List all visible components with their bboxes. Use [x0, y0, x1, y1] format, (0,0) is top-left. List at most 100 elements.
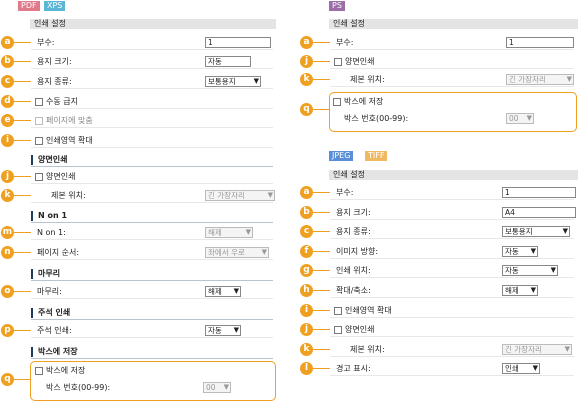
badge-b: b	[1, 55, 14, 68]
paper-type-select[interactable]: 보통용지 ▼	[205, 76, 261, 87]
copies-input[interactable]: 1	[205, 37, 271, 48]
finish-value: 해제	[208, 287, 222, 296]
leader-line	[14, 176, 31, 177]
tag-tiff: TIFF	[365, 151, 388, 161]
enlarge-area-checkbox[interactable]	[35, 137, 43, 145]
annot-label: 주석 인쇄:	[37, 326, 72, 335]
annot-section-title: 주석 인쇄	[31, 308, 70, 318]
chevron-down-icon: ▼	[526, 114, 532, 122]
img-warning-row: 경고 표시: 인쇄 ▼	[330, 362, 574, 376]
badge-j: j	[300, 55, 313, 68]
page-order-value: 좌에서 우로	[208, 248, 245, 257]
leader-line	[313, 192, 330, 193]
ps-duplex-checkbox[interactable]	[334, 58, 342, 66]
binding-select[interactable]: 긴 가장자리 ▼	[205, 190, 275, 201]
binding-value: 긴 가장자리	[208, 191, 245, 200]
img-orientation-select[interactable]: 자동 ▼	[502, 246, 538, 257]
enlarge-area-label: 인쇄영역 확대	[46, 136, 93, 145]
badge-c: c	[1, 75, 14, 88]
annot-value: 자동	[208, 326, 222, 335]
img-paper-size-label: 용지 크기:	[336, 208, 371, 217]
img-enlarge-row: 인쇄영역 확대	[330, 304, 574, 318]
chevron-down-icon: ▼	[530, 286, 536, 294]
badge-j: j	[1, 170, 14, 183]
img-zoom-select[interactable]: 해제 ▼	[502, 285, 538, 296]
leader-line	[313, 109, 329, 110]
leader-line	[14, 379, 30, 380]
leader-line	[313, 290, 330, 291]
img-copies-input[interactable]: 1	[502, 187, 576, 198]
img-paper-size-row: 용지 크기: A4	[330, 206, 576, 220]
leader-line	[313, 42, 330, 43]
chevron-down-icon: ▼	[223, 383, 229, 391]
img-paper-type-row: 용지 종류: 보통용지 ▼	[330, 225, 574, 239]
chevron-down-icon: ▼	[532, 364, 538, 372]
duplex-label: 양면인쇄	[46, 172, 76, 181]
mailbox-number-select[interactable]: 00 ▼	[203, 382, 231, 393]
ps-duplex-label: 양면인쇄	[345, 57, 375, 66]
manual-feed-checkbox[interactable]	[35, 98, 43, 106]
badge-p: p	[1, 324, 14, 337]
nup-select[interactable]: 해제 ▼	[205, 227, 253, 238]
chevron-down-icon: ▼	[233, 326, 239, 334]
leader-line	[14, 101, 31, 102]
img-paper-type-label: 용지 종류:	[336, 227, 371, 236]
leader-line	[14, 81, 31, 82]
leader-line	[313, 270, 330, 271]
ps-binding-value: 긴 가장자리	[509, 75, 546, 84]
tag-ps: PS	[329, 1, 345, 11]
duplex-checkbox[interactable]	[35, 173, 43, 181]
leader-line	[313, 231, 330, 232]
ps-print-settings-header: 인쇄 설정	[329, 19, 578, 29]
img-binding-select[interactable]: 긴 가장자리 ▼	[502, 344, 572, 355]
ps-mailbox-checkbox[interactable]	[333, 98, 341, 106]
nup-label: N on 1:	[37, 228, 66, 237]
ps-binding-label: 제본 위치:	[350, 75, 385, 84]
fit-page-checkbox[interactable]	[35, 117, 43, 125]
chevron-down-icon: ▼	[562, 227, 568, 235]
ps-mailbox-number-label: 박스 번호(00-99):	[344, 114, 409, 123]
leader-line	[14, 195, 31, 196]
ps-mailbox-number-value: 00	[509, 114, 519, 123]
finish-select[interactable]: 해제 ▼	[205, 286, 241, 297]
copies-row: 부수: 1	[31, 36, 273, 50]
finish-row: 마무리: 해제 ▼	[31, 285, 273, 299]
img-position-select[interactable]: 자동 ▼	[502, 265, 558, 276]
ps-binding-select[interactable]: 긴 가장자리 ▼	[506, 74, 574, 85]
img-copies-label: 부수:	[336, 188, 354, 197]
img-paper-type-select[interactable]: 보통용지 ▼	[502, 226, 570, 237]
ps-mailbox-number-select[interactable]: 00 ▼	[506, 113, 534, 124]
badge-q: q	[300, 103, 313, 116]
img-duplex-checkbox[interactable]	[334, 326, 342, 334]
badge-a: a	[1, 36, 14, 49]
ps-copies-input[interactable]: 1	[506, 37, 574, 48]
mailbox-section-title: 박스에 저장	[31, 347, 78, 357]
leader-line	[14, 291, 31, 292]
mailbox-checkbox[interactable]	[35, 367, 43, 375]
img-copies-row: 부수: 1	[330, 186, 576, 200]
img-paper-size-input[interactable]: A4	[502, 207, 576, 218]
img-enlarge-checkbox[interactable]	[334, 307, 342, 315]
ps-duplex-row: 양면인쇄	[330, 55, 574, 69]
ps-binding-row: 제본 위치: 긴 가장자리 ▼	[330, 73, 574, 87]
chevron-down-icon: ▼	[550, 266, 556, 274]
page-order-select[interactable]: 좌에서 우로 ▼	[205, 247, 269, 258]
ps-mailbox-label: 박스에 저장	[344, 97, 384, 106]
leader-line	[14, 42, 31, 43]
annot-select[interactable]: 자동 ▼	[205, 325, 241, 336]
finish-label: 마무리:	[37, 287, 62, 296]
leader-line	[14, 140, 31, 141]
paper-size-input[interactable]: 자동	[205, 56, 251, 67]
img-zoom-value: 해제	[505, 286, 519, 295]
badge-i: i	[1, 134, 14, 147]
nup-section-title: N on 1	[31, 211, 67, 221]
badge-b: b	[300, 206, 313, 219]
img-warning-value: 인쇄	[505, 364, 519, 373]
annot-row: 주석 인쇄: 자동 ▼	[31, 324, 273, 338]
leader-line	[14, 120, 31, 121]
img-warning-select[interactable]: 인쇄 ▼	[502, 363, 540, 374]
page-order-row: 페이지 순서: 좌에서 우로 ▼	[31, 246, 273, 260]
badge-g: g	[300, 264, 313, 277]
tag-xps: XPS	[44, 1, 66, 11]
badge-j: j	[300, 323, 313, 336]
